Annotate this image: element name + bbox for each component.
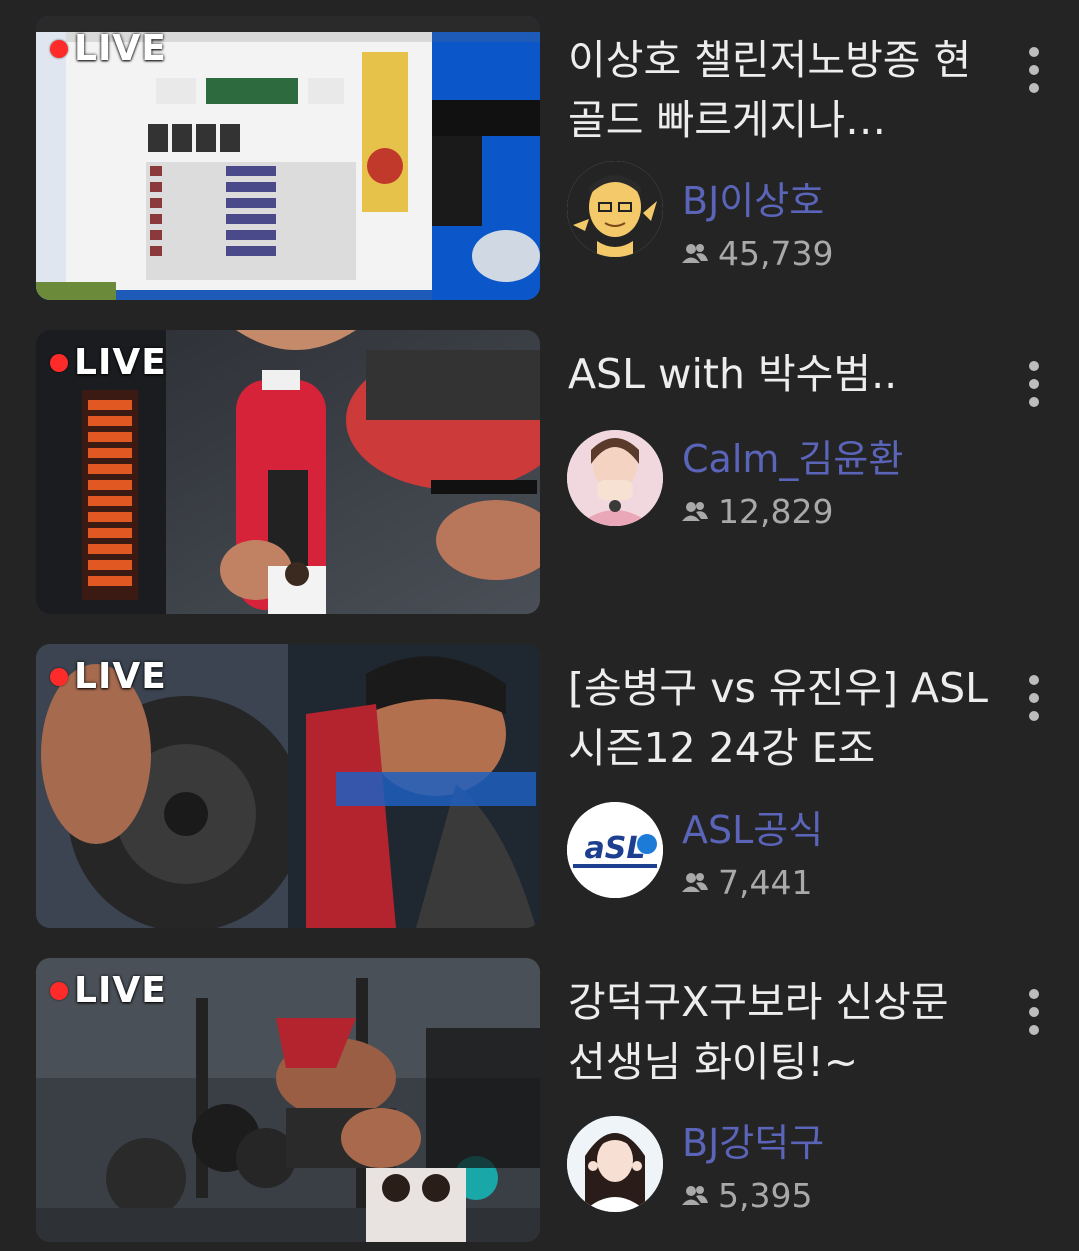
live-stream-list: LIVE 이상호 챌린저노방종 현골드 빠르게지나… BJ이상호 45,739 …	[0, 0, 1079, 1251]
avatar[interactable]	[567, 430, 663, 526]
avatar[interactable]	[567, 1116, 663, 1212]
stream-title[interactable]: 강덕구X구보라 신상문 선생님 화이팅!~	[568, 972, 998, 1092]
stream-card[interactable]: LIVE 이상호 챌린저노방종 현골드 빠르게지나… BJ이상호 45,739	[0, 16, 1079, 300]
more-vertical-icon[interactable]	[1017, 30, 1051, 110]
live-label: LIVE	[74, 970, 167, 1011]
viewer-count-value: 12,829	[718, 492, 834, 531]
more-vertical-icon[interactable]	[1017, 972, 1051, 1052]
viewer-count: 45,739	[682, 234, 833, 274]
viewers-icon	[682, 244, 708, 263]
avatar-image	[567, 1116, 663, 1212]
viewer-count-value: 5,395	[718, 1176, 813, 1215]
channel-name[interactable]: BJ이상호	[682, 179, 824, 223]
live-dot-icon	[50, 981, 68, 1000]
avatar-image	[567, 161, 663, 257]
stream-thumbnail[interactable]: LIVE	[36, 330, 540, 614]
more-vertical-icon[interactable]	[1017, 344, 1051, 424]
live-label: LIVE	[74, 656, 167, 697]
live-dot-icon	[50, 39, 68, 58]
stream-card[interactable]: LIVE 강덕구X구보라 신상문 선생님 화이팅!~ BJ강덕구 5,395	[0, 958, 1079, 1242]
live-badge: LIVE	[50, 970, 167, 1011]
stream-thumbnail[interactable]: LIVE	[36, 958, 540, 1242]
channel-name[interactable]: BJ강덕구	[682, 1121, 824, 1165]
viewer-count-value: 7,441	[718, 863, 813, 902]
stream-thumbnail[interactable]: LIVE	[36, 16, 540, 300]
stream-title[interactable]: [송병구 vs 유진우] ASL 시즌12 24강 E조	[568, 658, 998, 778]
viewers-icon	[682, 1186, 708, 1205]
channel-name[interactable]: ASL공식	[682, 808, 823, 852]
stream-title[interactable]: ASL with 박수범..	[568, 344, 998, 404]
live-badge: LIVE	[50, 656, 167, 697]
live-dot-icon	[50, 353, 68, 372]
channel-name[interactable]: Calm_김윤환	[682, 437, 903, 481]
stream-thumbnail[interactable]: LIVE	[36, 644, 540, 928]
live-badge: LIVE	[50, 342, 167, 383]
viewer-count: 5,395	[682, 1176, 812, 1216]
avatar[interactable]	[567, 161, 663, 257]
avatar-image: aSL	[567, 802, 663, 898]
stream-card[interactable]: LIVE ASL with 박수범.. Calm_김윤환 12,829	[0, 330, 1079, 614]
avatar-image	[567, 430, 663, 526]
live-label: LIVE	[74, 28, 167, 69]
stream-title[interactable]: 이상호 챌린저노방종 현골드 빠르게지나…	[568, 30, 998, 150]
viewer-count-value: 45,739	[718, 234, 834, 273]
live-label: LIVE	[74, 342, 167, 383]
stream-card[interactable]: LIVE [송병구 vs 유진우] ASL 시즌12 24강 E조 aSL AS…	[0, 644, 1079, 928]
avatar[interactable]: aSL	[567, 802, 663, 898]
viewer-count: 12,829	[682, 492, 833, 532]
viewer-count: 7,441	[682, 863, 812, 903]
viewers-icon	[682, 502, 708, 521]
more-vertical-icon[interactable]	[1017, 658, 1051, 738]
svg-text:aSL: aSL	[585, 831, 646, 866]
viewers-icon	[682, 873, 708, 892]
live-dot-icon	[50, 667, 68, 686]
live-badge: LIVE	[50, 28, 167, 69]
